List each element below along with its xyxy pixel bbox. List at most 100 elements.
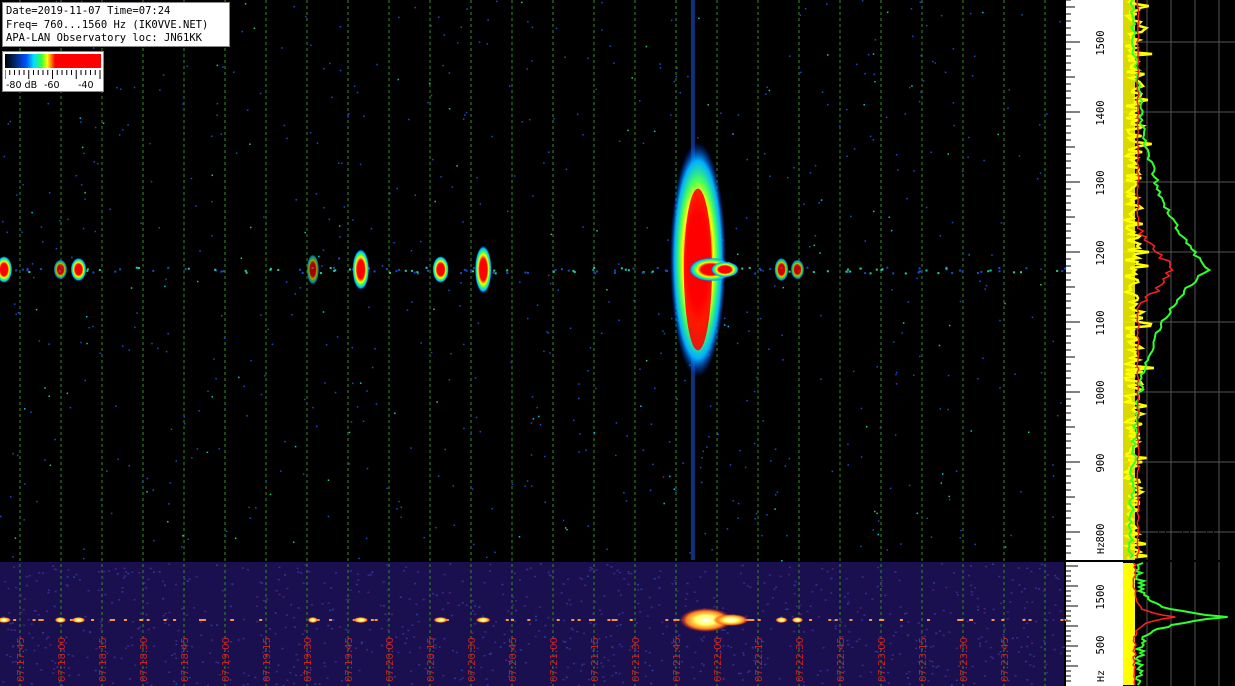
noise-speck <box>246 109 249 111</box>
waterfall-speck <box>929 660 932 662</box>
waterfall-speck <box>622 681 625 684</box>
waterfall-speck <box>370 574 373 576</box>
waterfall-speck <box>265 598 268 600</box>
noise-speck <box>543 162 545 164</box>
waterfall-speck <box>1046 671 1049 674</box>
noise-speck <box>528 118 531 121</box>
noise-speck <box>587 525 590 527</box>
waterfall-speck <box>128 678 131 680</box>
waterfall-speck <box>540 563 543 565</box>
noise-speck <box>190 177 193 180</box>
noise-speck <box>199 250 201 252</box>
waterfall-carrier <box>588 619 592 621</box>
waterfall-speck <box>676 630 679 633</box>
waterfall-speck <box>562 640 565 643</box>
waterfall-speck <box>830 592 833 594</box>
noise-speck <box>291 313 293 316</box>
waterfall-speck <box>945 586 948 589</box>
noise-speck <box>460 26 463 28</box>
waterfall-speck <box>892 635 895 637</box>
carrier-speck <box>526 271 529 274</box>
waterfall-speck <box>413 636 416 638</box>
waterfall-speck <box>367 574 370 576</box>
waterfall-speck <box>310 603 313 606</box>
noise-speck <box>615 454 617 457</box>
noise-speck <box>420 342 422 344</box>
noise-speck <box>768 348 770 351</box>
noise-speck <box>183 422 186 425</box>
waterfall-speck <box>1053 648 1056 651</box>
carrier-speck <box>788 270 791 273</box>
noise-speck <box>375 403 378 405</box>
waterfall-speck <box>386 588 389 591</box>
waterfall-speck <box>809 605 812 607</box>
noise-speck <box>867 53 870 56</box>
waterfall-speck <box>284 626 287 629</box>
waterfall-speck <box>674 579 677 582</box>
carrier-speck <box>114 270 117 273</box>
noise-speck <box>36 500 38 503</box>
noise-speck <box>530 485 533 487</box>
noise-speck <box>351 346 354 349</box>
noise-speck <box>530 454 533 456</box>
waterfall-speck <box>970 565 973 567</box>
noise-speck <box>448 108 451 110</box>
waterfall-speck <box>44 646 47 649</box>
noise-speck <box>350 421 353 423</box>
waterfall-speck <box>830 577 833 580</box>
waterfall-speck <box>332 619 335 621</box>
noise-speck <box>601 1 603 4</box>
waterfall-speck <box>579 577 582 579</box>
waterfall-speck <box>47 636 50 638</box>
noise-speck <box>339 25 342 28</box>
waterfall-speck <box>793 584 796 587</box>
carrier-speck <box>748 266 751 269</box>
noise-speck <box>315 425 318 428</box>
waterfall-speck <box>215 624 218 626</box>
noise-speck <box>756 376 758 379</box>
noise-speck <box>79 117 82 119</box>
waterfall-speck <box>738 672 741 675</box>
noise-speck <box>589 347 592 349</box>
time-tick-label: 07:21:30 <box>631 637 642 682</box>
waterfall-speck <box>171 654 174 657</box>
waterfall-speck <box>19 635 22 638</box>
noise-speck <box>470 431 472 433</box>
noise-speck <box>948 498 951 501</box>
noise-speck <box>359 382 362 384</box>
waterfall-speck <box>816 674 819 676</box>
waterfall-echo <box>775 617 788 623</box>
noise-speck <box>69 406 72 409</box>
waterfall-speck <box>454 677 457 680</box>
noise-speck <box>526 68 529 70</box>
waterfall-speck <box>700 638 703 640</box>
noise-speck <box>265 480 267 482</box>
waterfall-speck <box>292 666 295 668</box>
waterfall-speck <box>491 669 494 672</box>
noise-speck <box>874 510 876 513</box>
noise-speck <box>659 63 661 65</box>
noise-speck <box>292 541 295 543</box>
waterfall-speck <box>822 647 825 649</box>
noise-speck <box>985 284 988 287</box>
waterfall-echo <box>475 617 491 623</box>
noise-speck <box>110 512 113 515</box>
noise-speck <box>973 55 976 58</box>
noise-speck <box>531 396 534 398</box>
waterfall-speck <box>983 611 986 614</box>
noise-speck <box>329 62 331 65</box>
waterfall-speck <box>335 572 338 574</box>
noise-speck <box>820 199 823 201</box>
waterfall-speck <box>618 571 621 574</box>
waterfall-echo <box>433 617 448 623</box>
noise-speck <box>429 82 431 85</box>
waterfall-speck <box>721 607 724 609</box>
waterfall-carrier <box>665 619 669 621</box>
noise-speck <box>31 263 34 265</box>
waterfall-speck <box>282 596 285 598</box>
time-tick-label: 07:19:15 <box>262 637 273 682</box>
waterfall-speck <box>414 582 417 585</box>
freq-tick-label: 1400 <box>1095 100 1107 125</box>
noise-speck <box>983 159 985 162</box>
waterfall-speck <box>386 620 389 622</box>
